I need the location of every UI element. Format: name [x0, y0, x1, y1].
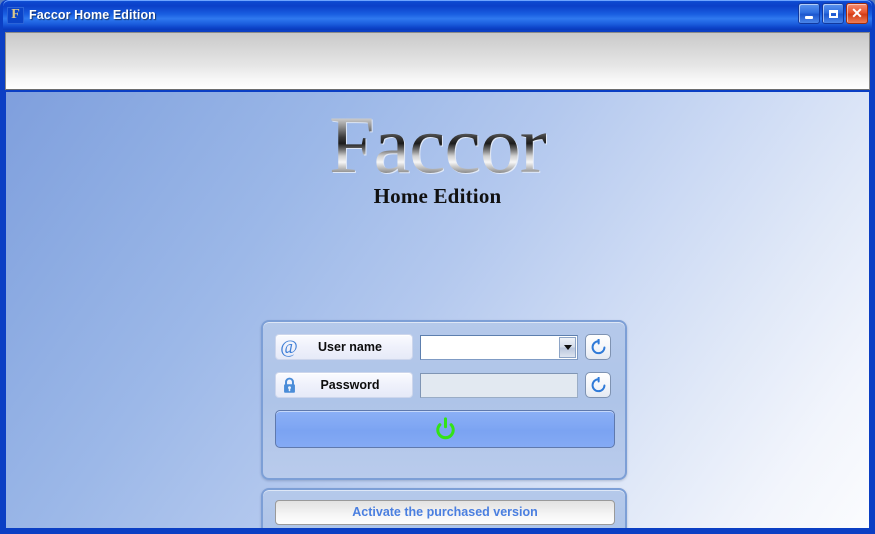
close-icon: ✕ [851, 4, 863, 21]
username-label-box: @ User name [275, 334, 413, 360]
logo-wordmark: Faccor [328, 99, 547, 190]
maximize-icon [828, 9, 838, 18]
refresh-icon [591, 338, 605, 354]
maximize-button[interactable] [822, 3, 844, 24]
actions-panel: Activate the purchased version Forgotten… [261, 488, 627, 528]
password-row: Password [275, 372, 613, 398]
login-button[interactable] [275, 410, 615, 448]
username-label: User name [318, 340, 382, 354]
refresh-icon [591, 376, 605, 392]
logo: Faccor Home Edition [6, 92, 869, 209]
username-input[interactable] [421, 335, 577, 359]
close-button[interactable]: ✕ [846, 3, 868, 24]
password-label-box: Password [275, 372, 413, 398]
window-controls: ✕ [798, 3, 868, 24]
chevron-down-icon[interactable] [559, 336, 576, 358]
client-area: Faccor Home Edition @ User name Password… [6, 92, 869, 528]
power-icon [435, 416, 455, 439]
password-field[interactable] [420, 372, 578, 398]
minimize-icon [805, 15, 813, 19]
username-combobox[interactable] [420, 334, 578, 360]
password-refresh-button[interactable] [585, 372, 611, 398]
title-bar: F Faccor Home Edition ✕ [3, 0, 872, 30]
toolbar [5, 32, 870, 90]
app-icon-letter: F [11, 7, 20, 22]
app-f-icon: F [7, 6, 24, 24]
username-refresh-button[interactable] [585, 334, 611, 360]
application-window: F Faccor Home Edition ✕ Faccor Home Edit… [0, 0, 875, 534]
window-title: Faccor Home Edition [29, 8, 156, 22]
login-panel: @ User name Password [261, 320, 627, 480]
lock-icon [276, 377, 302, 394]
minimize-button[interactable] [798, 3, 820, 24]
password-input[interactable] [421, 373, 577, 397]
password-label: Password [320, 378, 380, 392]
activate-purchased-version-button[interactable]: Activate the purchased version [275, 500, 615, 525]
at-icon: @ [280, 336, 298, 358]
username-row: @ User name [275, 334, 613, 360]
